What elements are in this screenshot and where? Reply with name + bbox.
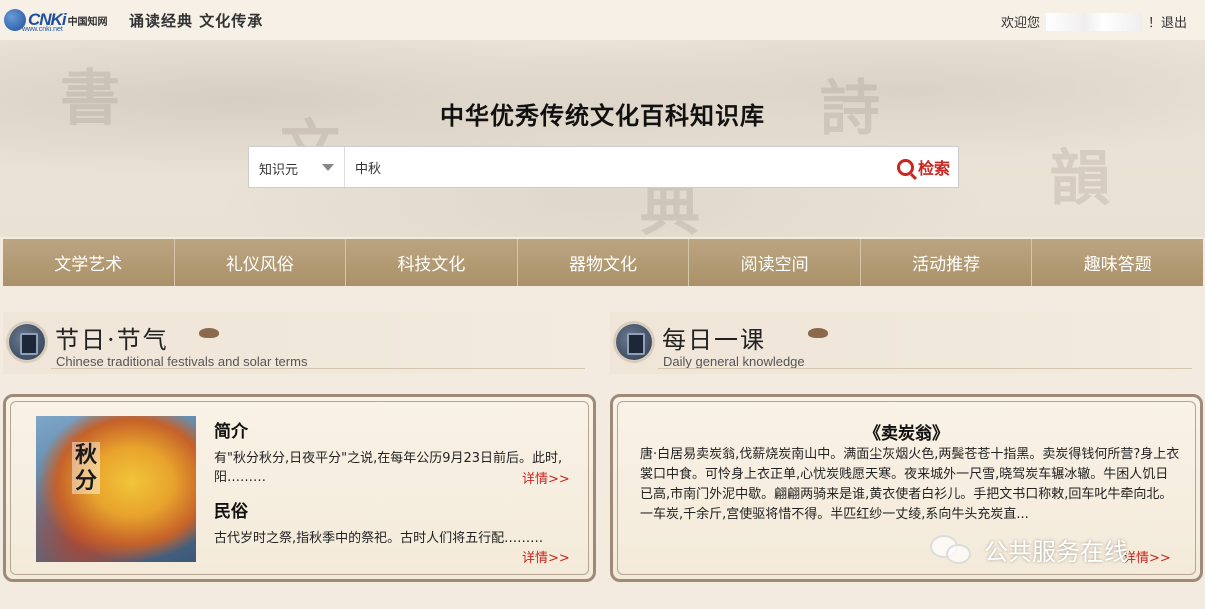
intro-details-link[interactable]: 详情>> — [522, 468, 570, 487]
daily-title: 每日一课 — [662, 326, 766, 354]
autumn-leaf-image[interactable]: 秋分 — [36, 416, 196, 562]
festivals-panel: 秋分 简介 有"秋分秋分,日夜平分"之说,在每年公历9月23日前后。此时,阳……… — [3, 394, 596, 582]
bird-icon — [808, 328, 828, 338]
daily-section-header: 每日一课 Daily general knowledge — [610, 312, 1202, 374]
intro-heading: 简介 — [214, 422, 248, 442]
nav-item-science-culture[interactable]: 科技文化 — [346, 239, 518, 286]
hero-banner: 書 文 詩 韻 典 中华优秀传统文化百科知识库 知识元 检索 — [0, 40, 1205, 237]
divider — [51, 368, 585, 369]
logout-link[interactable]: 退出 — [1161, 12, 1187, 31]
calligraphy-decoration: 韻 — [1050, 144, 1110, 214]
nav-item-quiz[interactable]: 趣味答题 — [1032, 239, 1204, 286]
festivals-subtitle: Chinese traditional festivals and solar … — [56, 354, 308, 369]
poem-title[interactable]: 《卖炭翁》 — [613, 419, 1200, 444]
customs-heading: 民俗 — [214, 502, 248, 522]
festivals-section-header: 节日·节气 Chinese traditional festivals and … — [3, 312, 595, 374]
search-input[interactable] — [355, 147, 875, 187]
search-button-label: 检索 — [917, 159, 950, 178]
nav-item-reading-space[interactable]: 阅读空间 — [689, 239, 861, 286]
divider — [658, 368, 1192, 369]
logo-url: www.cnki.net — [22, 26, 63, 33]
image-caption: 秋分 — [72, 442, 100, 494]
daily-subtitle: Daily general knowledge — [663, 354, 805, 369]
customs-text: 古代岁时之祭,指秋季中的祭祀。古时人们将五行配……… — [214, 531, 544, 546]
wechat-icon — [930, 533, 974, 567]
chevron-down-icon — [322, 164, 334, 171]
nav-item-artifact-culture[interactable]: 器物文化 — [517, 239, 690, 286]
nav-item-activities[interactable]: 活动推荐 — [860, 239, 1033, 286]
search-button[interactable]: 检索 — [896, 156, 950, 178]
search-icon — [896, 158, 914, 176]
username-redacted — [1045, 12, 1142, 31]
slogan: 诵读经典 文化传承 — [129, 12, 264, 30]
welcome-text: 欢迎您 — [1000, 16, 1040, 31]
watermark: 公共服务在线 — [930, 532, 1128, 567]
logo-cn-text: 中国知网 — [67, 16, 108, 28]
festivals-title: 节日·节气 — [55, 326, 169, 354]
cnki-logo[interactable]: CNKi 中国知网 www.cnki.net — [4, 6, 112, 34]
bird-icon — [199, 328, 219, 338]
top-bar: CNKi 中国知网 www.cnki.net 诵读经典 文化传承 欢迎您 ！ 退… — [0, 0, 1205, 40]
user-area: 欢迎您 ！ 退出 — [1001, 12, 1187, 31]
poem-details-link[interactable]: 详情>> — [1123, 547, 1171, 566]
book-icon — [9, 324, 45, 360]
welcome-exclaim: ！ — [1147, 16, 1161, 31]
search-box: 知识元 检索 — [248, 146, 959, 188]
search-type-value: 知识元 — [259, 163, 299, 178]
customs-details-link[interactable]: 详情>> — [522, 547, 570, 566]
page-title: 中华优秀传统文化百科知识库 — [440, 101, 765, 130]
nav-item-literature-art[interactable]: 文学艺术 — [3, 239, 175, 286]
book-icon — [616, 324, 652, 360]
main-nav: 文学艺术 礼仪风俗 科技文化 器物文化 阅读空间 活动推荐 趣味答题 — [3, 239, 1204, 286]
nav-item-etiquette-customs[interactable]: 礼仪风俗 — [174, 239, 347, 286]
search-type-select[interactable]: 知识元 — [249, 147, 345, 187]
watermark-text: 公共服务在线 — [984, 538, 1128, 566]
intro-text: 有"秋分秋分,日夜平分"之说,在每年公历9月23日前后。此时,阳……… — [214, 451, 563, 485]
poem-text: 唐·白居易卖炭翁,伐薪烧炭南山中。满面尘灰烟火色,两鬓苍苍十指黑。卖炭得钱何所营… — [640, 447, 1180, 522]
